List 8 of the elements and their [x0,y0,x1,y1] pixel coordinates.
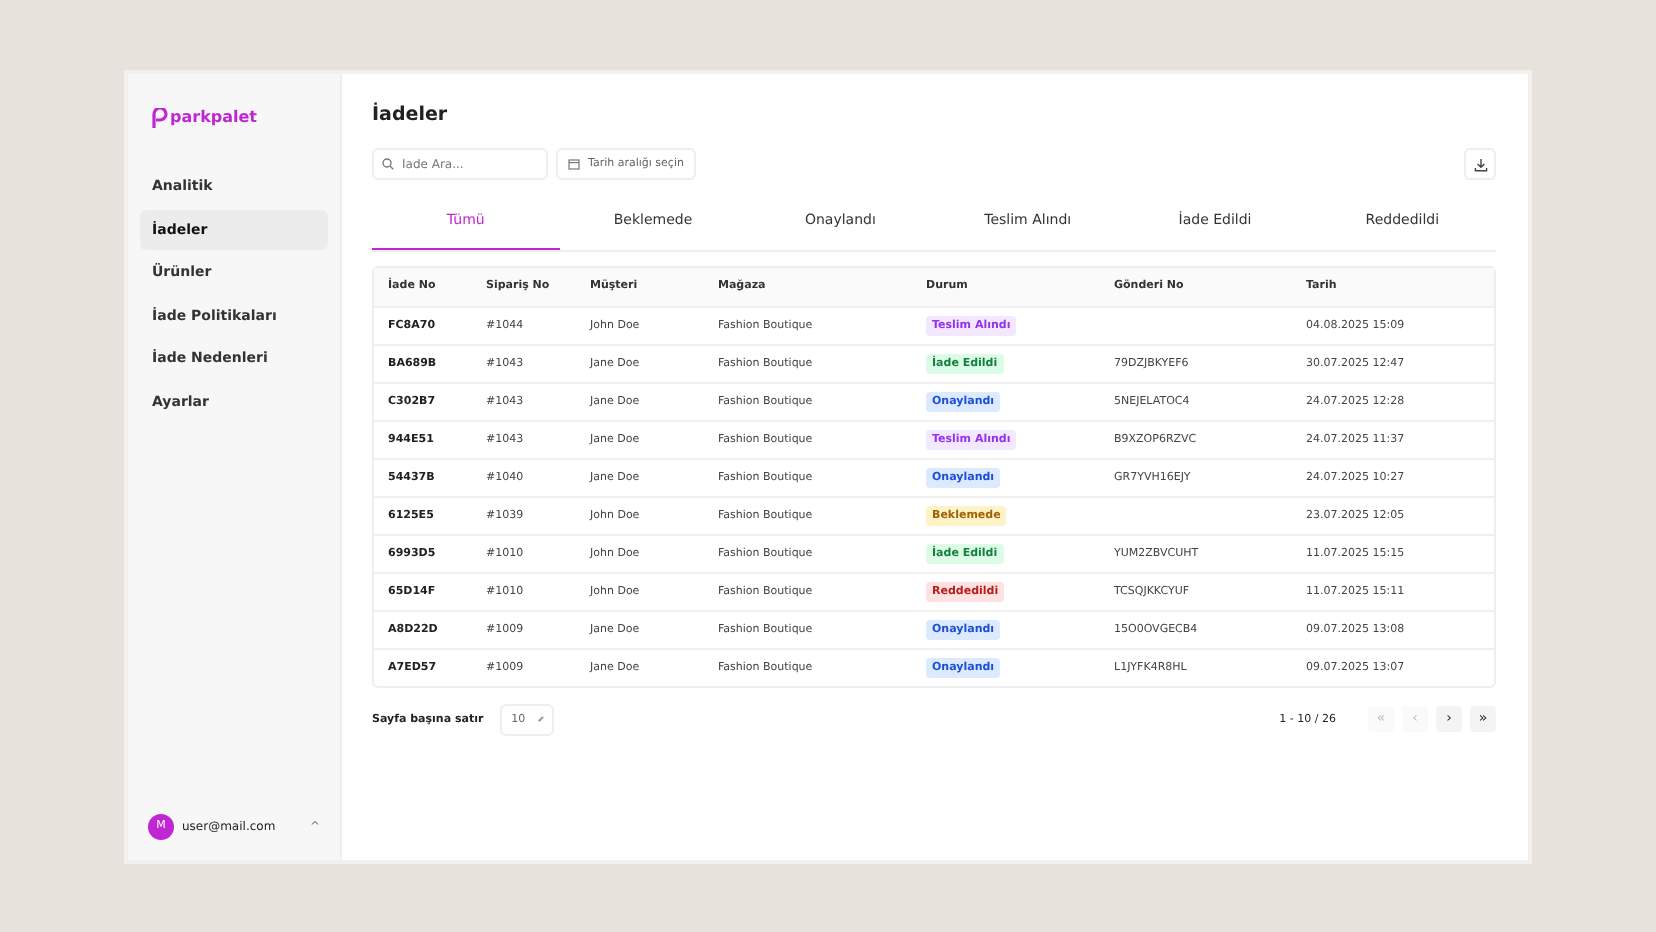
chevron-icon [537,716,544,723]
download-icon [1473,157,1487,172]
logo-icon [152,108,168,128]
search-icon [382,158,394,171]
brand-name: parkpalet [170,106,258,130]
calendar-icon [568,158,580,171]
download-button[interactable] [1464,148,1496,181]
page-title: İadeler [372,102,450,130]
